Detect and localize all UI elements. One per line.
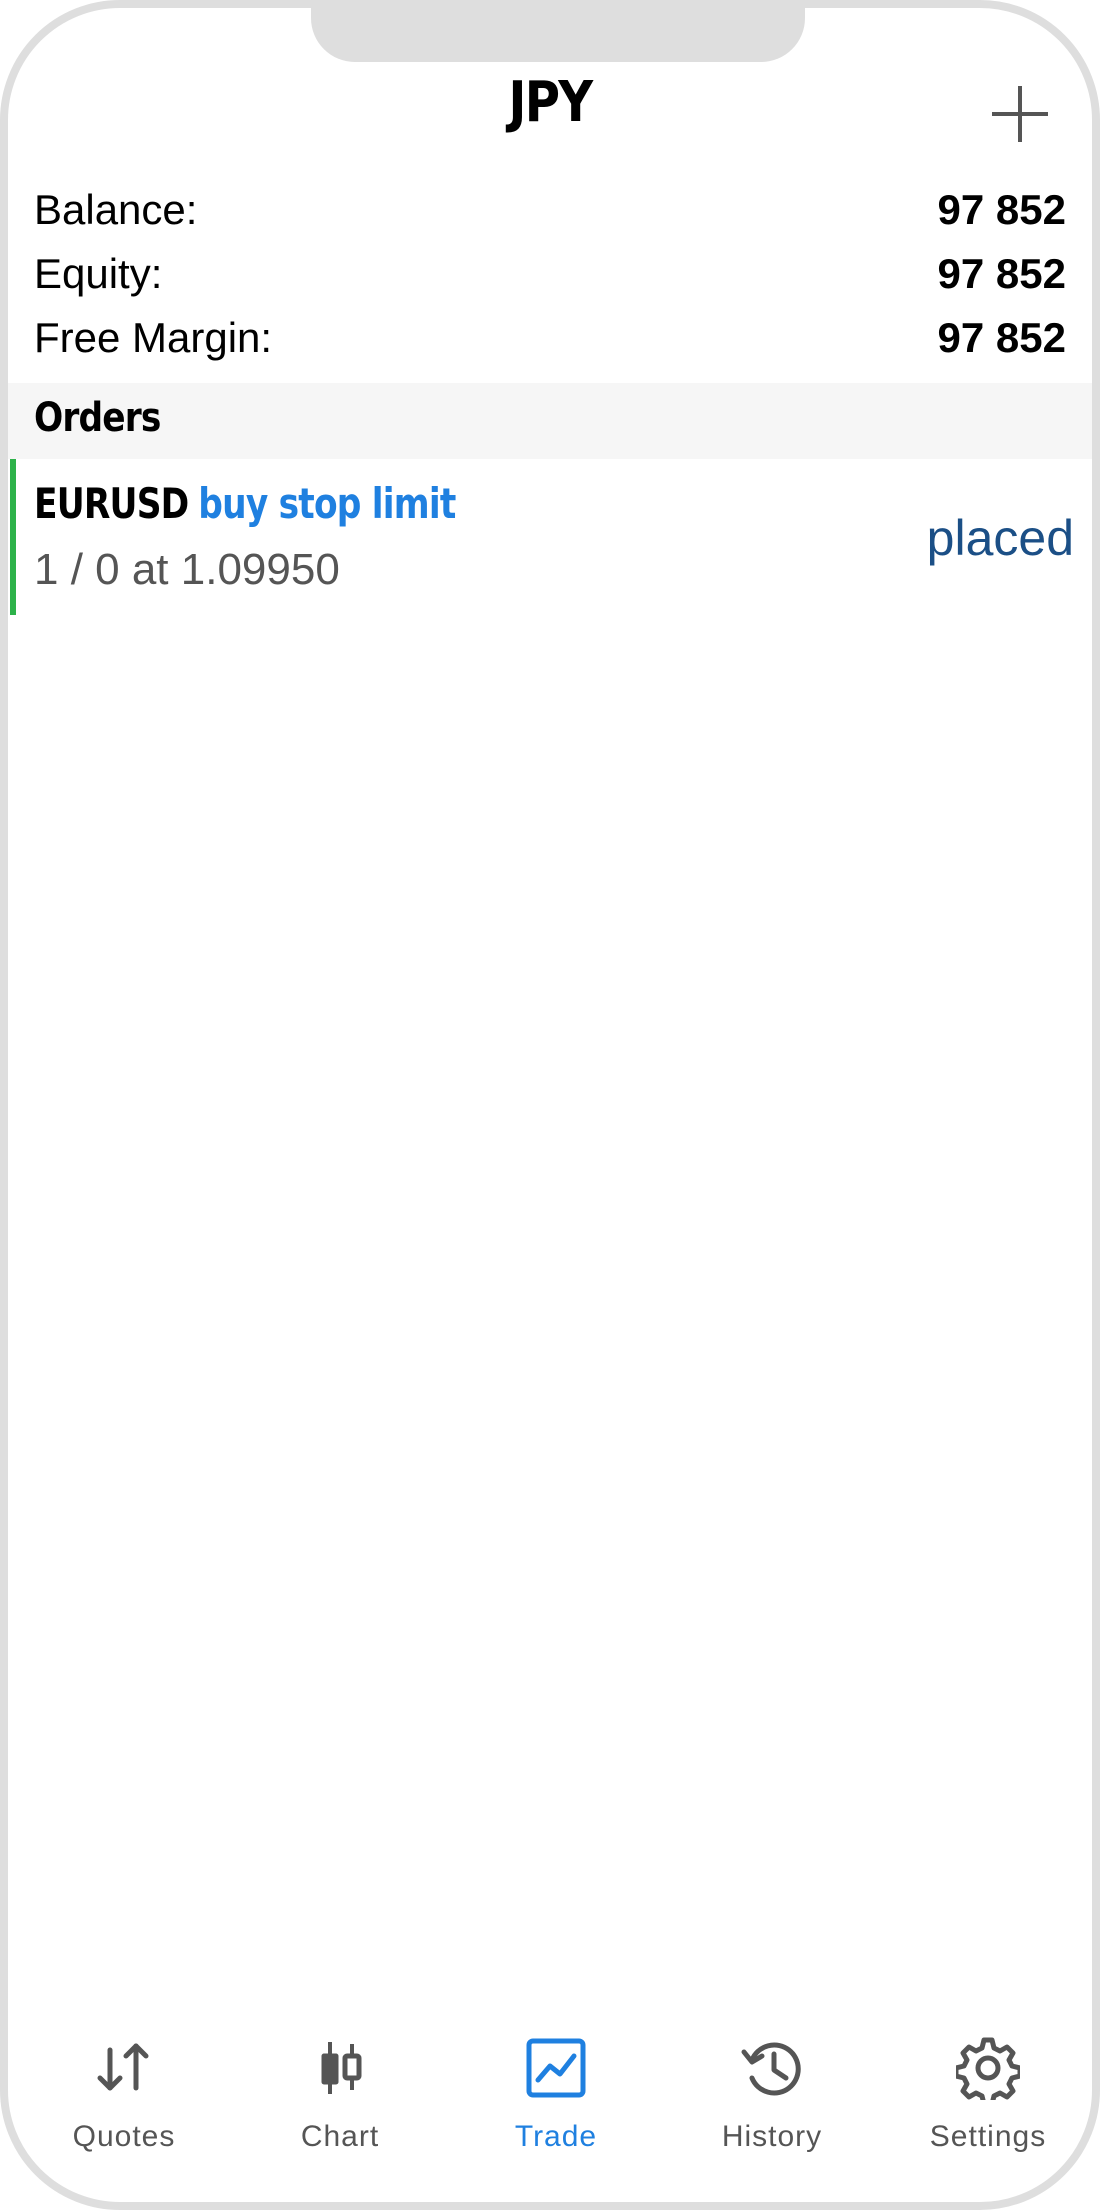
tab-quotes[interactable]: Quotes: [34, 2018, 214, 2158]
page-title: JPY: [508, 70, 594, 135]
balance-value: 97 852: [937, 186, 1066, 233]
tab-quotes-label: Quotes: [72, 2120, 176, 2153]
buy-indicator-bar: [10, 459, 16, 615]
order-details: 1 / 0 at 1.09950: [34, 545, 340, 594]
orders-section-title: Orders: [34, 395, 161, 441]
order-status: placed: [926, 510, 1074, 566]
tab-history[interactable]: History: [682, 2018, 862, 2158]
order-title: EURUSD buy stop limit: [34, 479, 456, 528]
gear-icon: [956, 2037, 1020, 2100]
tab-bar: Quotes Chart Trade History Settings: [8, 2018, 1092, 2178]
candlestick-icon: [321, 2042, 362, 2094]
add-order-button[interactable]: [992, 86, 1048, 142]
trade-chart-icon: [526, 2038, 586, 2098]
balance-label: Balance:: [34, 186, 198, 233]
tab-trade-label: Trade: [514, 2120, 598, 2153]
free-margin-label: Free Margin:: [34, 314, 273, 361]
tab-settings-label: Settings: [929, 2120, 1047, 2153]
tab-chart[interactable]: Chart: [250, 2018, 430, 2158]
order-symbol: EURUSD: [34, 479, 189, 528]
account-row-balance: Balance: 97 852: [26, 186, 1074, 246]
orders-section-header: Orders: [8, 383, 1092, 459]
equity-value: 97 852: [937, 250, 1066, 297]
arrows-up-down-icon: [97, 2043, 149, 2091]
order-item[interactable]: EURUSD buy stop limit 1 / 0 at 1.09950 pl…: [8, 459, 1092, 615]
account-row-equity: Equity: 97 852: [26, 250, 1074, 310]
phone-frame: JPY Balance: 97 852 Equity: 97 852 Free …: [0, 0, 1100, 2210]
device-notch: [311, 8, 805, 62]
tab-chart-label: Chart: [300, 2120, 380, 2153]
tab-settings[interactable]: Settings: [898, 2018, 1078, 2158]
order-type: buy stop limit: [198, 479, 456, 528]
tab-history-label: History: [721, 2120, 823, 2153]
history-clock-icon: [741, 2042, 801, 2096]
equity-label: Equity:: [34, 250, 163, 297]
account-row-free-margin: Free Margin: 97 852: [26, 314, 1074, 374]
tab-trade[interactable]: Trade: [466, 2018, 646, 2158]
free-margin-value: 97 852: [937, 314, 1066, 361]
